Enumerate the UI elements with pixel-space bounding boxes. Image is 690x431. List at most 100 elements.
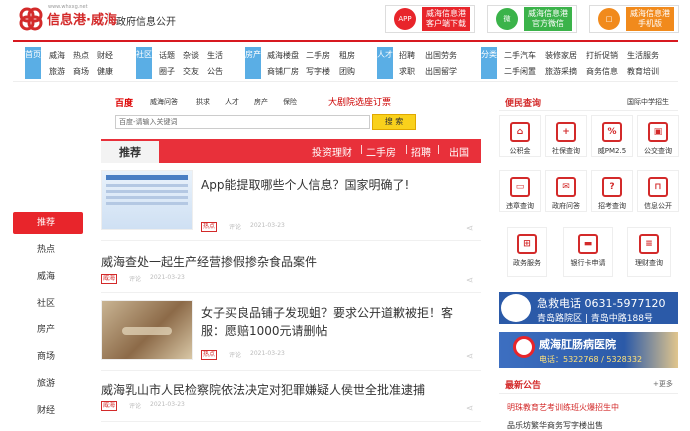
hospital-ad-2[interactable]: 威海肛肠病医院 电话：5322768 / 5328332 [499, 332, 678, 368]
feed-tag[interactable]: 热点 [201, 222, 218, 232]
logo-icon[interactable] [18, 6, 44, 32]
nav-link-office[interactable]: 写字楼 [306, 66, 330, 77]
feed-title[interactable]: App能提取哪些个人信息？国家明确了! [201, 176, 476, 194]
search-tab-qa[interactable]: 威海问答 [150, 97, 178, 107]
nav-link-business[interactable]: 商务信息 [586, 66, 618, 77]
app-download-button[interactable]: APP 威海信息港 客户端下载 [385, 5, 475, 33]
search-button[interactable]: 搜 索 [372, 114, 416, 130]
nav-link-mall[interactable]: 商场 [73, 66, 89, 77]
feed-title[interactable]: 威海乳山市人民检察院依法决定对犯罪嫌疑人侯世全批准逮捕 [101, 381, 476, 399]
nav-link-job[interactable]: 求职 [399, 66, 415, 77]
nav-link-hire[interactable]: 招聘 [399, 50, 415, 61]
nav-link-study[interactable]: 出国留学 [425, 66, 457, 77]
hospital-ad-1[interactable]: 急救电话 0631-5977120 青岛路院区 | 青岛中路188号 [499, 292, 678, 324]
nav-link-picking[interactable]: 旅游采摘 [545, 66, 577, 77]
tile-bank-card[interactable]: ▬ 银行卡申请 [563, 227, 613, 277]
rail-item-hot[interactable]: 热点 [13, 239, 83, 261]
nav-link-notice[interactable]: 公告 [207, 66, 223, 77]
feed-tag[interactable]: 威海 [101, 401, 118, 411]
tile-bus[interactable]: ▣ 公交查询 [637, 115, 679, 157]
rec-link-second-home[interactable]: 二手房 [366, 144, 396, 159]
gov-info-link[interactable]: 政府信息公开 [116, 13, 176, 28]
logo-text[interactable]: 信息港·威海 [47, 9, 117, 28]
nav-link-estate[interactable]: 威海楼盘 [267, 50, 299, 61]
nav-link-finance[interactable]: 财经 [97, 50, 113, 61]
nav-link-travel[interactable]: 旅游 [49, 66, 65, 77]
nav-cat-home[interactable]: 首页 [25, 47, 41, 79]
tile-violation[interactable]: ▭ 违章查询 [499, 170, 541, 212]
search-tab-estate[interactable]: 房产 [254, 97, 268, 107]
nav-cat-classified[interactable]: 分类 [481, 47, 497, 79]
tile-pm25[interactable]: % 威PM2.5 [591, 115, 633, 157]
nav-cat-community[interactable]: 社区 [136, 47, 152, 79]
feed-tag[interactable]: 热点 [201, 350, 218, 360]
nav-link-group[interactable]: 团购 [339, 66, 355, 77]
rec-link-invest[interactable]: 投资理财 [312, 144, 352, 159]
baidu-logo: 百度 [115, 99, 134, 109]
feed-comment[interactable]: 评论 [229, 350, 241, 359]
rail-item-weihai[interactable]: 威海 [13, 266, 83, 288]
announcement-item[interactable]: 明珠教育艺考训练班火爆招生中 [507, 402, 619, 413]
rail-item-realestate[interactable]: 房产 [13, 319, 83, 341]
nav-link-circle[interactable]: 圈子 [159, 66, 175, 77]
nav-link-hot[interactable]: 热点 [73, 50, 89, 61]
rec-link-abroad[interactable]: 出国 [449, 144, 469, 159]
search-tab-seek[interactable]: 拱求 [196, 97, 210, 107]
rail-item-mall[interactable]: 商场 [13, 346, 83, 368]
wechat-button[interactable]: 微 威海信息港 官方微信 [487, 5, 577, 33]
header-divider [108, 12, 109, 26]
rail-item-travel[interactable]: 旅游 [13, 373, 83, 395]
share-icon[interactable]: ⋖ [466, 224, 474, 234]
nav-cat-talent[interactable]: 人才 [377, 47, 393, 79]
share-icon[interactable]: ⋖ [466, 404, 474, 414]
nav-link-weihai[interactable]: 威海 [49, 50, 65, 61]
nav-link-labor[interactable]: 出国劳务 [425, 50, 457, 61]
share-icon[interactable]: ⋖ [466, 276, 474, 286]
intl-school-link[interactable]: 国际中学招生 [627, 97, 669, 107]
nav-link-life-service[interactable]: 生活服务 [627, 50, 659, 61]
feed-thumbnail[interactable] [101, 300, 193, 360]
more-link[interactable]: +更多 [653, 379, 673, 389]
rail-item-finance[interactable]: 财经 [13, 400, 83, 422]
nav-link-chat[interactable]: 杂谈 [183, 50, 199, 61]
search-input[interactable]: 百度-请输入关键词 [115, 115, 370, 129]
tile-exam[interactable]: ? 招考查询 [591, 170, 633, 212]
rail-item-community[interactable]: 社区 [13, 293, 83, 315]
nav-link-health[interactable]: 健康 [97, 66, 113, 77]
nav-link-shops[interactable]: 商铺厂房 [267, 66, 299, 77]
rec-link-hire[interactable]: 招聘 [411, 144, 431, 159]
nav-link-idle[interactable]: 二手闲置 [504, 66, 536, 77]
nav-link-second-home[interactable]: 二手房 [306, 50, 330, 61]
nav-link-promo[interactable]: 打折促销 [586, 50, 618, 61]
tile-housing-fund[interactable]: ⌂ 公积金 [499, 115, 541, 157]
feed-tag[interactable]: 威海 [101, 274, 118, 284]
mobile-button[interactable]: □ 威海信息港 手机版 [589, 5, 679, 33]
nav-link-education[interactable]: 教育培训 [627, 66, 659, 77]
feed-thumbnail[interactable] [101, 170, 193, 230]
tile-gov-qa[interactable]: ✉ 政府问答 [545, 170, 587, 212]
nav-link-used-car[interactable]: 二手汽车 [504, 50, 536, 61]
nav-link-rent[interactable]: 租房 [339, 50, 355, 61]
rec-sep: | [360, 145, 364, 155]
tile-info-public[interactable]: ⊓ 信息公开 [637, 170, 679, 212]
nav-link-friends[interactable]: 交友 [183, 66, 199, 77]
theater-promo-link[interactable]: 大剧院选座订票 [328, 95, 391, 108]
feed-comment[interactable]: 评论 [129, 401, 141, 410]
share-icon[interactable]: ⋖ [466, 352, 474, 362]
feed-comment[interactable]: 评论 [129, 274, 141, 283]
feed-comment[interactable]: 评论 [229, 222, 241, 231]
feed-title[interactable]: 威海查处一起生产经营掺假掺杂食品案件 [101, 253, 476, 271]
feed-divider [101, 292, 481, 293]
nav-link-decor[interactable]: 装修家居 [545, 50, 577, 61]
nav-link-life[interactable]: 生活 [207, 50, 223, 61]
announcement-item[interactable]: 品乐坊繁华商务写字楼出售 [507, 420, 603, 431]
feed-title[interactable]: 女子买良品铺子发现蛆？要求公开道歉被拒！客服：愿赔1000元请删帖 [201, 304, 476, 340]
tile-social-security[interactable]: + 社保查询 [545, 115, 587, 157]
tile-gov-service[interactable]: ⊞ 政务服务 [507, 227, 547, 277]
nav-cat-realestate[interactable]: 房产 [245, 47, 261, 79]
search-tab-talent[interactable]: 人才 [225, 97, 239, 107]
tile-wealth[interactable]: ≡ 理财查询 [627, 227, 671, 277]
nav-link-topic[interactable]: 话题 [159, 50, 175, 61]
search-tab-insurance[interactable]: 保险 [283, 97, 297, 107]
rail-item-recommend[interactable]: 推荐 [13, 212, 83, 234]
